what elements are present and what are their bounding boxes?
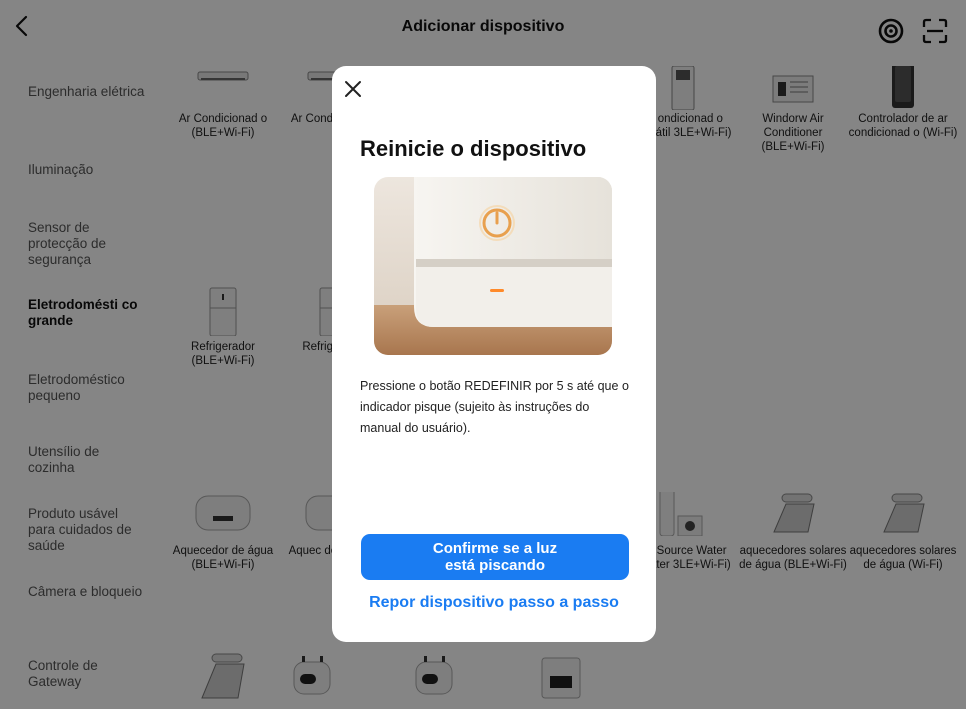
dialog-title: Reinicie o dispositivo [360,136,587,161]
device-power-button-illustration [374,177,612,355]
reset-step-by-step-link[interactable]: Repor dispositivo passo a passo [332,594,656,612]
button-label-line1: Confirme se a luz [432,540,558,557]
reset-device-dialog: Reinicie o dispositivo Pressione o botão… [332,66,656,642]
dialog-description: Pressione o botão REDEFINIR por 5 s até … [360,379,629,435]
close-button[interactable] [342,78,364,100]
confirm-light-blinking-button[interactable]: Confirme se a luz está piscando [361,534,629,580]
close-icon [345,81,361,97]
button-label: Confirme se a luz está piscando [433,540,557,574]
button-label-line2: está piscando [444,557,546,574]
